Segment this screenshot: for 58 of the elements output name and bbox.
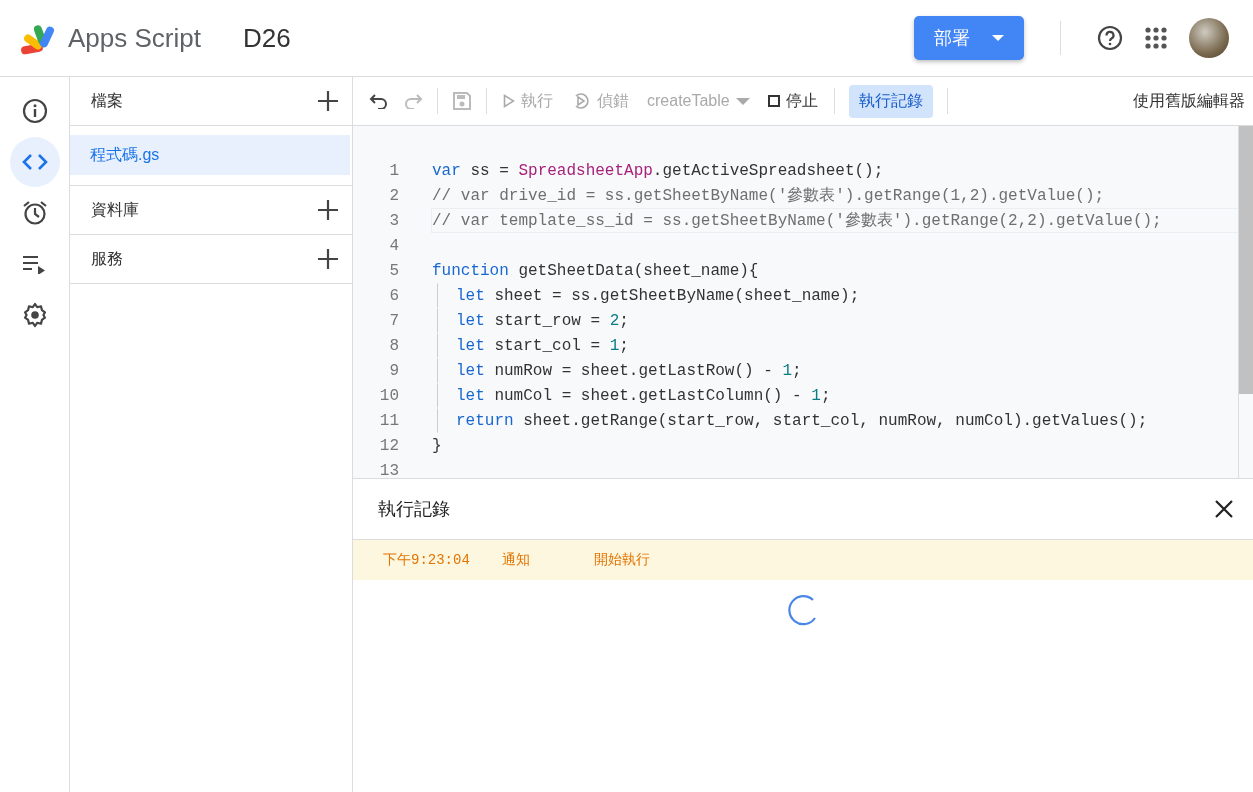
line-number: 12	[378, 436, 399, 455]
stop-button[interactable]: 停止	[765, 90, 820, 112]
list-play-icon	[21, 254, 48, 274]
code-line: let start_row = 2;	[456, 311, 629, 330]
caret-icon	[992, 35, 1004, 41]
file-item[interactable]: 程式碼.gs	[70, 135, 350, 175]
play-icon	[503, 94, 515, 108]
log-message: 開始執行	[594, 551, 650, 569]
project-title[interactable]: D26	[242, 22, 291, 54]
caret-icon	[735, 97, 750, 105]
line-number: 1	[388, 161, 399, 180]
close-icon[interactable]	[1215, 500, 1233, 518]
line-number: 10	[378, 386, 399, 405]
code-line: // var template_ss_id = ss.getSheetByName('參數表').getRange(2,2).getValue();	[432, 211, 1162, 231]
product-name: Apps Script	[68, 22, 201, 54]
code-line: var ss = SpreadsheetApp.getActiveSpreadsheet();	[432, 161, 884, 180]
line-number: 5	[388, 261, 399, 280]
code-line: function getSheetData(sheet_name){	[432, 261, 759, 280]
log-time: 下午9:23:04	[383, 551, 471, 569]
log-level: 通知	[502, 551, 531, 569]
section-title: 服務	[91, 248, 123, 269]
line-number: 8	[388, 336, 399, 355]
scrollbar-thumb[interactable]	[1239, 126, 1253, 394]
line-number: 4	[388, 236, 399, 255]
panel-title: 執行記錄	[378, 498, 450, 521]
code-line: let numRow = sheet.getLastRow() - 1;	[456, 361, 802, 380]
add-icon[interactable]	[318, 249, 338, 269]
code-line: return sheet.getRange(start_row, start_col, numRow, numCol).getValues();	[456, 411, 1148, 430]
code-line: let sheet = ss.getSheetByName(sheet_name);	[456, 286, 860, 305]
avatar[interactable]	[1189, 18, 1229, 58]
deploy-button[interactable]: 部署	[914, 16, 1024, 60]
line-number: 6	[388, 286, 399, 305]
add-icon[interactable]	[318, 200, 338, 220]
code-line: }	[432, 436, 442, 455]
code-icon	[21, 153, 48, 171]
line-number: 9	[388, 361, 399, 380]
line-number: 13	[378, 461, 399, 478]
alarm-clock-icon	[21, 200, 48, 226]
add-icon[interactable]	[318, 91, 338, 111]
info-icon	[21, 98, 48, 124]
apps-grid-icon[interactable]	[1145, 27, 1167, 49]
legacy-editor-link[interactable]: 使用舊版編輯器	[1133, 90, 1245, 112]
line-number: 7	[388, 311, 399, 330]
line-number: 3	[388, 211, 399, 230]
execution-log-toggle[interactable]: 執行記錄	[848, 84, 933, 118]
code-line: let numCol = sheet.getLastColumn() - 1;	[456, 386, 831, 405]
stop-icon	[767, 95, 780, 107]
line-number: 2	[388, 186, 399, 205]
line-number: 11	[378, 411, 399, 430]
section-title: 資料庫	[91, 199, 139, 220]
section-title: 檔案	[91, 90, 123, 111]
undo-icon[interactable]	[369, 93, 389, 109]
help-icon[interactable]	[1097, 25, 1123, 51]
code-nav-button[interactable]	[9, 137, 60, 187]
settings-icon	[21, 302, 48, 328]
code-editor[interactable]	[353, 126, 1253, 479]
code-line: let start_col = 1;	[456, 336, 629, 355]
code-line: // var drive_id = ss.getSheetByName('參數表').getRange(1,2).getValue();	[432, 186, 1105, 206]
